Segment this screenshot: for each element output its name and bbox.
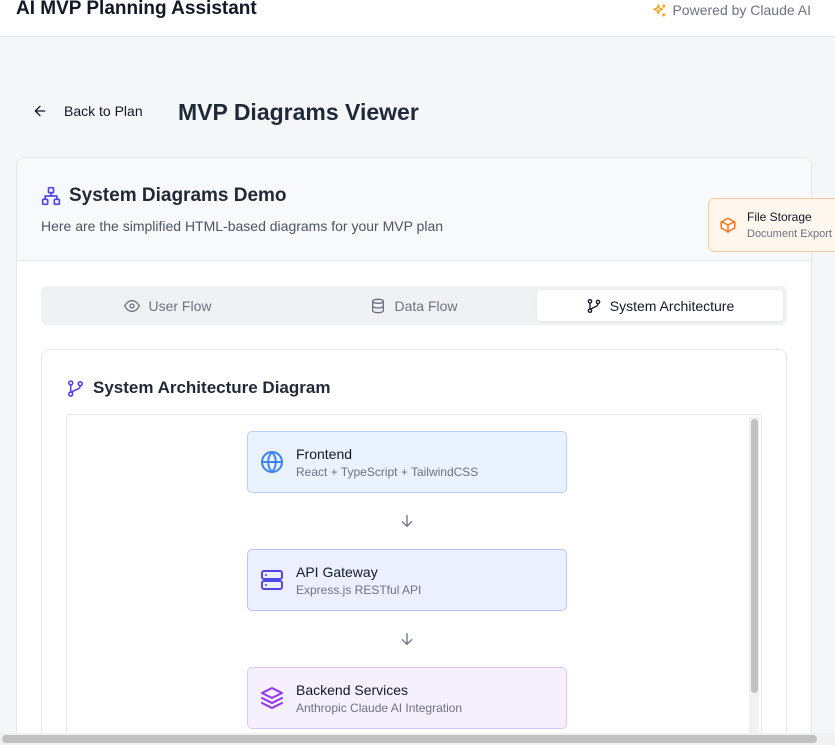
- node-name: API Gateway: [296, 563, 378, 580]
- git-branch-icon: [587, 298, 601, 313]
- node-description: React + TypeScript + TailwindCSS: [296, 464, 479, 479]
- diagram-tabs: User Flow Data Flow System Architecture: [41, 286, 787, 325]
- scrollbar-thumb[interactable]: [2, 735, 817, 743]
- node-backend-services[interactable]: Backend Services Anthropic Claude AI Int…: [247, 667, 567, 729]
- tab-label: Data Flow: [394, 297, 458, 314]
- arrow-down-icon: [401, 515, 413, 527]
- git-branch-icon: [67, 379, 84, 397]
- server-icon: [261, 570, 283, 590]
- tab-system-architecture[interactable]: System Architecture: [537, 290, 783, 321]
- node-file-storage[interactable]: File Storage Document Export: [708, 198, 835, 252]
- node-name: File Storage: [747, 210, 812, 224]
- top-bar: AI MVP Planning Assistant Powered by Cla…: [0, 0, 835, 37]
- arrow-left-icon: [34, 105, 46, 117]
- eye-icon: [124, 299, 141, 312]
- node-name: Frontend: [296, 445, 353, 462]
- tab-data-flow[interactable]: Data Flow: [291, 290, 537, 321]
- node-description: Express.js RESTful API: [296, 582, 422, 597]
- card-title-label: System Diagrams Demo: [69, 185, 287, 206]
- architecture-diagram-panel: System Architecture Diagram Frontend Rea…: [41, 349, 787, 745]
- layers-icon: [261, 687, 283, 709]
- scrollbar-thumb[interactable]: [751, 419, 758, 693]
- arrow-down-icon: [401, 633, 413, 645]
- node-frontend[interactable]: Frontend React + TypeScript + TailwindCS…: [247, 431, 567, 493]
- card-title: System Diagrams Demo: [41, 185, 287, 207]
- sparkles-icon: [653, 3, 667, 17]
- powered-by-label: Powered by Claude AI: [672, 2, 811, 18]
- sitemap-icon: [41, 186, 61, 206]
- diagram-canvas: Frontend React + TypeScript + TailwindCS…: [66, 414, 762, 745]
- powered-by: Powered by Claude AI: [652, 2, 811, 18]
- back-to-plan-button[interactable]: Back to Plan: [32, 103, 143, 119]
- app-title: AI MVP Planning Assistant: [16, 0, 257, 19]
- node-description: Document Export: [747, 228, 832, 240]
- back-label: Back to Plan: [64, 103, 143, 119]
- node-description: Anthropic Claude AI Integration: [296, 700, 463, 715]
- diagram-vertical-scrollbar[interactable]: [749, 417, 759, 737]
- database-icon: [372, 298, 385, 313]
- diagrams-card: System Diagrams Demo Here are the simpli…: [16, 157, 812, 745]
- diagram-title-label: System Architecture Diagram: [93, 378, 331, 397]
- tab-user-flow[interactable]: User Flow: [45, 290, 291, 321]
- tab-label: User Flow: [148, 297, 212, 314]
- card-subtitle: Here are the simplified HTML-based diagr…: [41, 218, 444, 234]
- page-title: MVP Diagrams Viewer: [178, 99, 419, 125]
- package-icon: [720, 217, 736, 234]
- globe-icon: [261, 451, 283, 473]
- card-header: System Diagrams Demo Here are the simpli…: [17, 158, 811, 261]
- tab-label: System Architecture: [609, 297, 735, 314]
- node-api-gateway[interactable]: API Gateway Express.js RESTful API: [247, 549, 567, 611]
- diagram-title: System Architecture Diagram: [66, 378, 330, 398]
- node-name: Backend Services: [296, 681, 409, 698]
- page-horizontal-scrollbar[interactable]: [0, 733, 835, 745]
